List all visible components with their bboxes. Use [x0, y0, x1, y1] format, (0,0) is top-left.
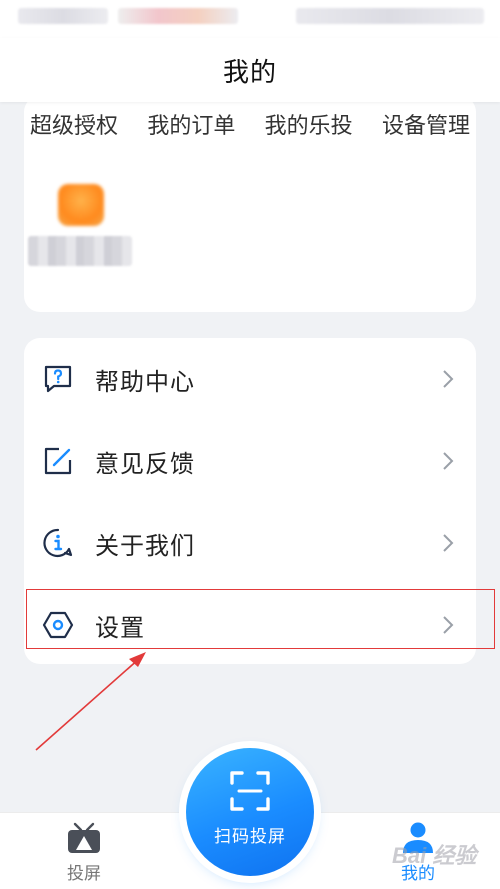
- avatar[interactable]: [58, 184, 104, 226]
- feedback-icon: [44, 447, 72, 475]
- tv-cast-icon: [68, 822, 100, 853]
- settings-icon: [42, 611, 74, 639]
- help-icon: [44, 365, 72, 393]
- page-title: 我的: [222, 57, 277, 88]
- chevron-right-icon: [443, 370, 454, 388]
- quick-link-device-management[interactable]: 设备管理: [382, 108, 470, 140]
- quick-links: 超级授权 我的订单 我的乐投 设备管理: [30, 108, 470, 140]
- status-blur-center: [118, 8, 238, 24]
- info-icon: [43, 528, 73, 558]
- watermark: Bai 经验: [392, 843, 477, 868]
- tab-cast[interactable]: 投屏: [44, 821, 124, 889]
- username-blurred: [28, 236, 132, 266]
- tab-label-cast: 投屏: [67, 864, 101, 884]
- chevron-right-icon: [443, 616, 454, 634]
- status-blur-right: [296, 8, 484, 24]
- scan-icon: [230, 770, 270, 811]
- header: 我的: [0, 38, 500, 102]
- scan-cast-button[interactable]: 扫码投屏: [186, 748, 314, 876]
- menu-item-settings[interactable]: 设置: [24, 584, 476, 666]
- quick-link-my-letou[interactable]: 我的乐投: [265, 108, 353, 140]
- menu-card: 帮助中心 意见反馈 关于我们 设置: [24, 338, 476, 664]
- chevron-right-icon: [443, 452, 454, 470]
- menu-item-help-center[interactable]: 帮助中心: [24, 338, 476, 420]
- chevron-right-icon: [443, 534, 454, 552]
- menu-label-about-us: 关于我们: [95, 531, 195, 560]
- menu-item-about-us[interactable]: 关于我们: [24, 502, 476, 584]
- quick-link-super-auth[interactable]: 超级授权: [30, 108, 118, 140]
- menu-label-settings: 设置: [95, 613, 145, 642]
- status-blur-left: [18, 8, 108, 24]
- menu-label-feedback: 意见反馈: [95, 449, 195, 478]
- menu-label-help-center: 帮助中心: [95, 367, 195, 396]
- menu-item-feedback[interactable]: 意见反馈: [24, 420, 476, 502]
- quick-link-my-orders[interactable]: 我的订单: [147, 108, 235, 140]
- status-bar: [0, 0, 500, 38]
- profile-card: 超级授权 我的订单 我的乐投 设备管理: [24, 96, 476, 312]
- scan-cast-label: 扫码投屏: [214, 826, 286, 847]
